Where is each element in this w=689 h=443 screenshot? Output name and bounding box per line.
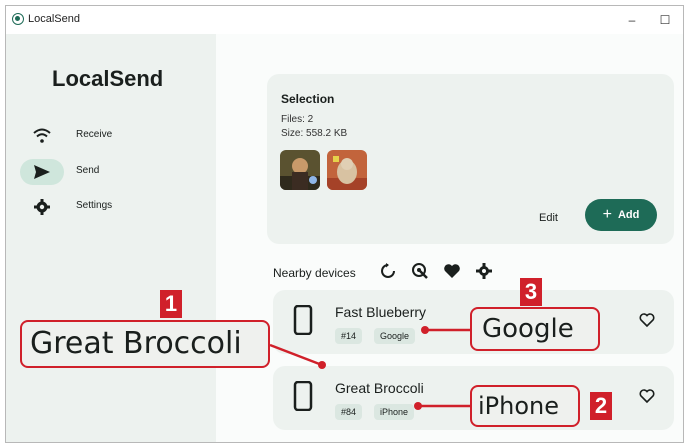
sidebar: LocalSend Receive Send Settings bbox=[6, 34, 216, 442]
wifi-icon bbox=[32, 127, 52, 145]
refresh-icon[interactable] bbox=[379, 262, 397, 280]
sidebar-item-send[interactable]: Send bbox=[20, 159, 210, 185]
callout-great-broccoli: Great Broccoli bbox=[20, 320, 270, 368]
callout-google: Google bbox=[470, 307, 600, 351]
device-name: Great Broccoli bbox=[335, 380, 424, 396]
callout-iphone: iPhone bbox=[470, 385, 580, 427]
selection-title: Selection bbox=[281, 92, 335, 106]
phone-icon bbox=[293, 304, 313, 336]
app-window: LocalSend – ☐ LocalSend Receive Send Set… bbox=[5, 5, 684, 443]
phone-icon bbox=[293, 380, 313, 412]
favorite-heart-icon[interactable] bbox=[639, 388, 655, 404]
nearby-devices-title: Nearby devices bbox=[273, 266, 356, 280]
maximize-button[interactable]: ☐ bbox=[651, 10, 679, 30]
favorite-heart-icon[interactable] bbox=[639, 312, 655, 328]
sidebar-item-label: Settings bbox=[76, 200, 113, 211]
scan-target-icon[interactable] bbox=[411, 262, 429, 280]
minimize-button[interactable]: – bbox=[618, 10, 646, 30]
localsend-logo-icon bbox=[12, 13, 24, 25]
add-button-label: Add bbox=[617, 209, 640, 221]
device-platform-chip: Google bbox=[374, 328, 416, 344]
device-id-chip: #14 bbox=[335, 328, 363, 344]
send-icon bbox=[32, 163, 52, 181]
app-brand-title: LocalSend bbox=[52, 66, 164, 91]
main-panel: Selection Files: 2 Size: 558.2 KB Edit +… bbox=[216, 34, 683, 442]
selection-size: Size: 558.2 KB bbox=[281, 128, 348, 139]
sidebar-item-label: Send bbox=[76, 165, 100, 176]
file-thumbnail[interactable] bbox=[280, 150, 320, 190]
favorites-heart-icon[interactable] bbox=[443, 262, 461, 280]
selection-files: Files: 2 bbox=[281, 114, 314, 125]
file-thumbnail[interactable] bbox=[327, 150, 367, 190]
window-title: LocalSend bbox=[28, 13, 80, 25]
sidebar-item-receive[interactable]: Receive bbox=[20, 123, 210, 149]
add-button[interactable]: + Add bbox=[585, 199, 657, 231]
device-platform-chip: iPhone bbox=[374, 404, 415, 420]
callout-number-3: 3 bbox=[520, 278, 542, 306]
sidebar-item-label: Receive bbox=[76, 129, 113, 140]
device-id-chip: #84 bbox=[335, 404, 363, 420]
sidebar-item-settings[interactable]: Settings bbox=[20, 194, 210, 220]
plus-icon: + bbox=[602, 206, 612, 223]
callout-number-1: 1 bbox=[160, 290, 182, 318]
nearby-settings-gear-icon[interactable] bbox=[475, 262, 493, 280]
callout-number-2: 2 bbox=[590, 392, 612, 420]
edit-button[interactable]: Edit bbox=[539, 212, 558, 224]
device-name: Fast Blueberry bbox=[335, 304, 427, 320]
selection-card: Selection Files: 2 Size: 558.2 KB Edit +… bbox=[267, 74, 674, 244]
title-bar: LocalSend – ☐ bbox=[6, 6, 683, 34]
gear-icon bbox=[32, 198, 52, 216]
